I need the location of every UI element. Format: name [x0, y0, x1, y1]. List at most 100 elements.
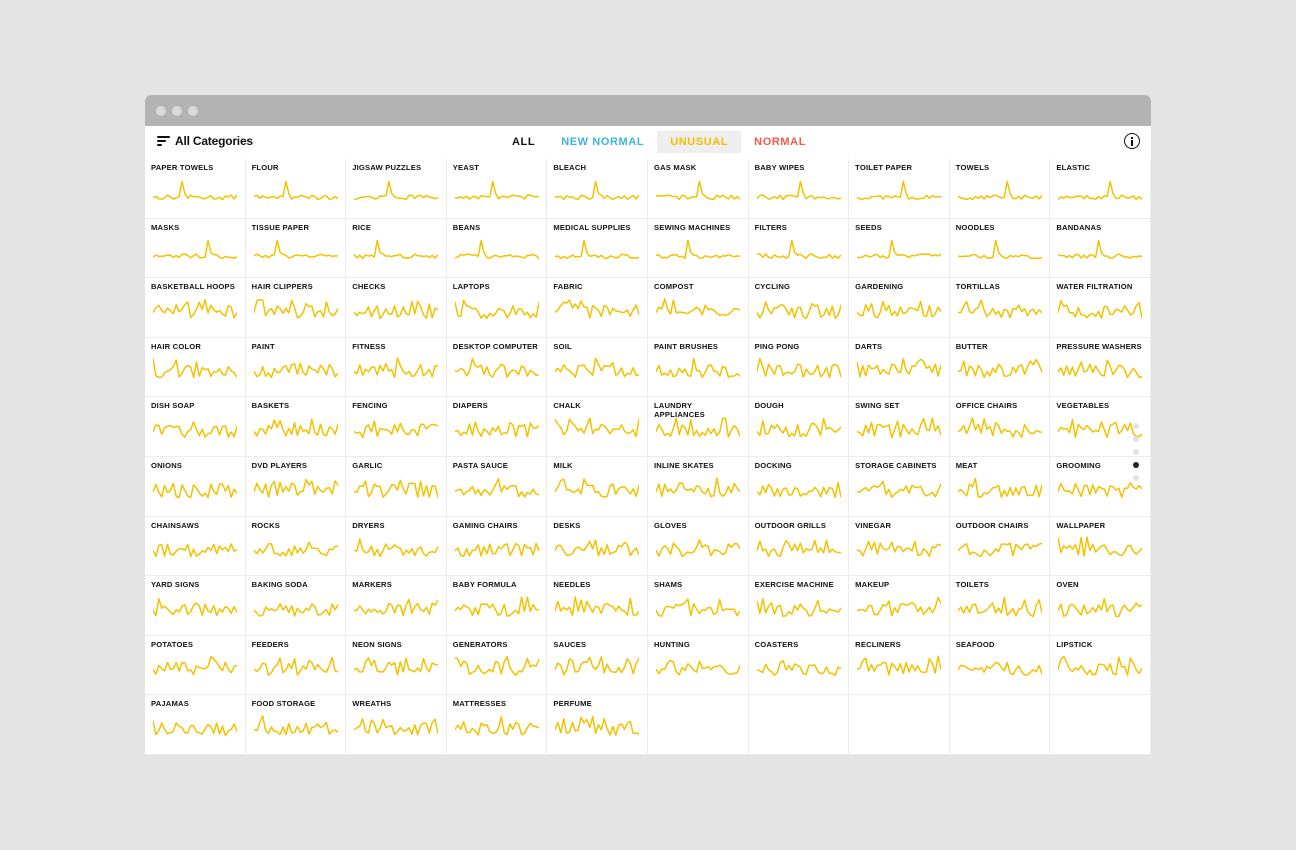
category-cell-soil[interactable]: SOIL	[547, 337, 648, 398]
window-minimize-dot[interactable]	[172, 106, 182, 116]
category-cell-filters[interactable]: FILTERS	[748, 218, 850, 279]
pagination-dot-2[interactable]	[1133, 436, 1139, 442]
category-cell-meat[interactable]: MEAT	[949, 456, 1051, 517]
category-cell-office-chairs[interactable]: OFFICE CHAIRS	[949, 397, 1051, 457]
category-cell-laptops[interactable]: LAPTOPS	[446, 278, 548, 338]
pagination-dot-4[interactable]	[1133, 462, 1139, 468]
category-cell-pasta-sauce[interactable]: PASTA SAUCE	[446, 456, 548, 517]
category-cell-hair-color[interactable]: HAIR COLOR	[145, 337, 246, 398]
category-cell-yard-signs[interactable]: YARD SIGNS	[145, 576, 246, 636]
category-cell-noodles[interactable]: NOODLES	[949, 218, 1051, 279]
category-cell-basketball-hoops[interactable]: BASKETBALL HOOPS	[145, 278, 246, 338]
category-cell-needles[interactable]: NEEDLES	[547, 576, 648, 636]
category-cell-masks[interactable]: MASKS	[145, 218, 246, 279]
category-cell-lipstick[interactable]: LIPSTICK	[1050, 635, 1151, 696]
category-cell-water-filtration[interactable]: WATER FILTRATION	[1050, 278, 1151, 338]
category-cell-towels[interactable]: TOWELS	[949, 159, 1051, 219]
category-cell-dvd-players[interactable]: DVD PLAYERS	[245, 456, 347, 517]
category-cell-shams[interactable]: SHAMS	[647, 576, 749, 636]
category-cell-outdoor-chairs[interactable]: OUTDOOR CHAIRS	[949, 516, 1051, 577]
category-cell-seafood[interactable]: SEAFOOD	[949, 635, 1051, 696]
category-cell-compost[interactable]: COMPOST	[647, 278, 749, 338]
category-cell-baking-soda[interactable]: BAKING SODA	[245, 576, 347, 636]
info-icon[interactable]	[1124, 133, 1140, 149]
category-cell-potatoes[interactable]: POTATOES	[145, 635, 246, 696]
category-cell-rocks[interactable]: ROCKS	[245, 516, 347, 577]
category-cell-paint-brushes[interactable]: PAINT BRUSHES	[647, 337, 749, 398]
category-cell-elastic[interactable]: ELASTIC	[1050, 159, 1151, 219]
category-cell-sauces[interactable]: SAUCES	[547, 635, 648, 696]
category-cell-tortillas[interactable]: TORTILLAS	[949, 278, 1051, 338]
category-cell-butter[interactable]: BUTTER	[949, 337, 1051, 398]
category-cell-food-storage[interactable]: FOOD STORAGE	[245, 695, 347, 755]
pagination-dot-5[interactable]	[1133, 475, 1139, 481]
category-cell-toilets[interactable]: TOILETS	[949, 576, 1051, 636]
category-cell-rice[interactable]: RICE	[346, 218, 447, 279]
pagination-dot-1[interactable]	[1133, 423, 1139, 429]
category-cell-onions[interactable]: ONIONS	[145, 456, 246, 517]
category-cell-vinegar[interactable]: VINEGAR	[849, 516, 950, 577]
category-cell-pajamas[interactable]: PAJAMAS	[145, 695, 246, 755]
category-cell-paint[interactable]: PAINT	[245, 337, 347, 398]
category-cell-bandanas[interactable]: BANDANAS	[1050, 218, 1151, 279]
category-cell-exercise-machine[interactable]: EXERCISE MACHINE	[748, 576, 850, 636]
category-cell-coasters[interactable]: COASTERS	[748, 635, 850, 696]
tab-unusual[interactable]: UNUSUAL	[657, 131, 742, 153]
category-cell-baby-wipes[interactable]: BABY WIPES	[748, 159, 850, 219]
category-cell-beans[interactable]: BEANS	[446, 218, 548, 279]
category-cell-pressure-washers[interactable]: PRESSURE WASHERS	[1050, 337, 1151, 398]
category-cell-darts[interactable]: DARTS	[849, 337, 950, 398]
pagination-dot-3[interactable]	[1133, 449, 1139, 455]
category-cell-sewing-machines[interactable]: SEWING MACHINES	[647, 218, 749, 279]
tab-new-normal[interactable]: NEW NORMAL	[548, 131, 657, 153]
category-cell-jigsaw-puzzles[interactable]: JIGSAW PUZZLES	[346, 159, 447, 219]
category-cell-garlic[interactable]: GARLIC	[346, 456, 447, 517]
category-cell-neon-signs[interactable]: NEON SIGNS	[346, 635, 447, 696]
category-cell-laundry-appliances[interactable]: LAUNDRY APPLIANCES	[647, 397, 749, 457]
category-cell-oven[interactable]: OVEN	[1050, 576, 1151, 636]
category-cell-outdoor-grills[interactable]: OUTDOOR GRILLS	[748, 516, 850, 577]
category-cell-wallpaper[interactable]: WALLPAPER	[1050, 516, 1151, 577]
category-cell-diapers[interactable]: DIAPERS	[446, 397, 548, 457]
category-cell-hair-clippers[interactable]: HAIR CLIPPERS	[245, 278, 347, 338]
category-cell-desktop-computer[interactable]: DESKTOP COMPUTER	[446, 337, 548, 398]
category-cell-flour[interactable]: FLOUR	[245, 159, 347, 219]
category-cell-gloves[interactable]: GLOVES	[647, 516, 749, 577]
tab-all[interactable]: ALL	[499, 131, 548, 153]
category-cell-fitness[interactable]: FITNESS	[346, 337, 447, 398]
category-cell-recliners[interactable]: RECLINERS	[849, 635, 950, 696]
category-cell-dish-soap[interactable]: DISH SOAP	[145, 397, 246, 457]
category-cell-mattresses[interactable]: MATTRESSES	[446, 695, 548, 755]
category-cell-docking[interactable]: DOCKING	[748, 456, 850, 517]
category-cell-yeast[interactable]: YEAST	[446, 159, 548, 219]
category-cell-makeup[interactable]: MAKEUP	[849, 576, 950, 636]
category-cell-feeders[interactable]: FEEDERS	[245, 635, 347, 696]
category-cell-chalk[interactable]: CHALK	[547, 397, 648, 457]
category-cell-fencing[interactable]: FENCING	[346, 397, 447, 457]
category-cell-fabric[interactable]: FABRIC	[547, 278, 648, 338]
category-cell-tissue-paper[interactable]: TISSUE PAPER	[245, 218, 347, 279]
category-cell-wreaths[interactable]: WREATHS	[346, 695, 447, 755]
category-cell-seeds[interactable]: SEEDS	[849, 218, 950, 279]
category-cell-generators[interactable]: GENERATORS	[446, 635, 548, 696]
category-cell-paper-towels[interactable]: PAPER TOWELS	[145, 159, 246, 219]
category-cell-checks[interactable]: CHECKS	[346, 278, 447, 338]
category-cell-baskets[interactable]: BASKETS	[245, 397, 347, 457]
category-cell-chainsaws[interactable]: CHAINSAWS	[145, 516, 246, 577]
category-cell-storage-cabinets[interactable]: STORAGE CABINETS	[849, 456, 950, 517]
category-cell-swing-set[interactable]: SWING SET	[849, 397, 950, 457]
category-cell-ping-pong[interactable]: PING PONG	[748, 337, 850, 398]
category-cell-baby-formula[interactable]: BABY FORMULA	[446, 576, 548, 636]
category-cell-desks[interactable]: DESKS	[547, 516, 648, 577]
category-cell-perfume[interactable]: PERFUME	[547, 695, 648, 755]
category-cell-toilet-paper[interactable]: TOILET PAPER	[849, 159, 950, 219]
category-cell-cycling[interactable]: CYCLING	[748, 278, 850, 338]
category-cell-milk[interactable]: MILK	[547, 456, 648, 517]
category-cell-gas-mask[interactable]: GAS MASK	[647, 159, 749, 219]
window-maximize-dot[interactable]	[188, 106, 198, 116]
category-cell-hunting[interactable]: HUNTING	[647, 635, 749, 696]
category-filter-button[interactable]: All Categories	[157, 134, 253, 148]
category-cell-gardening[interactable]: GARDENING	[849, 278, 950, 338]
category-cell-medical-supplies[interactable]: MEDICAL SUPPLIES	[547, 218, 648, 279]
tab-normal[interactable]: NORMAL	[741, 131, 819, 153]
